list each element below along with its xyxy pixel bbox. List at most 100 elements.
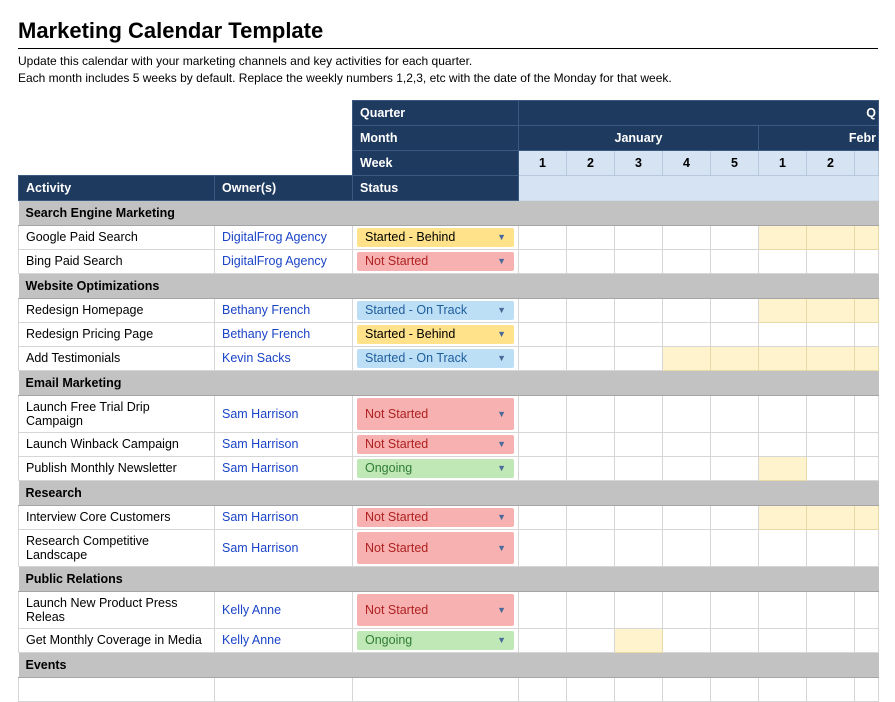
status-select[interactable]: Started - On Track ▼	[357, 301, 514, 320]
activity-cell[interactable]: Bing Paid Search	[19, 249, 215, 273]
owner-cell[interactable]: Sam Harrison	[215, 505, 353, 529]
status-label: Started - On Track	[365, 351, 467, 365]
week-jan-5[interactable]: 5	[711, 150, 759, 175]
table-row: Research Competitive Landscape Sam Harri…	[19, 529, 879, 566]
owner-cell[interactable]: Sam Harrison	[215, 456, 353, 480]
status-label: Ongoing	[365, 633, 412, 647]
activity-cell[interactable]: Add Testimonials	[19, 346, 215, 370]
status-select[interactable]: Started - Behind ▼	[357, 325, 514, 344]
activity-cell[interactable]	[19, 677, 215, 701]
week-feb-3[interactable]	[855, 150, 879, 175]
chevron-down-icon: ▼	[497, 256, 506, 266]
status-select[interactable]: Started - On Track ▼	[357, 349, 514, 368]
activity-cell[interactable]: Google Paid Search	[19, 225, 215, 249]
table-row: Redesign Homepage Bethany French Started…	[19, 298, 879, 322]
table-row: Publish Monthly Newsletter Sam Harrison …	[19, 456, 879, 480]
table-row: Launch New Product Press Releas Kelly An…	[19, 591, 879, 628]
owner-cell[interactable]: Sam Harrison	[215, 395, 353, 432]
activity-cell[interactable]: Launch New Product Press Releas	[19, 591, 215, 628]
week-jan-2[interactable]: 2	[567, 150, 615, 175]
owner-cell[interactable]: DigitalFrog Agency	[215, 249, 353, 273]
section-pr: Public Relations	[19, 566, 879, 591]
status-select[interactable]: Not Started ▼	[357, 398, 514, 430]
activity-cell[interactable]: Publish Monthly Newsletter	[19, 456, 215, 480]
status-select[interactable]: Ongoing ▼	[357, 459, 514, 478]
status-label: Not Started	[365, 603, 428, 617]
section-email: Email Marketing	[19, 370, 879, 395]
table-row	[19, 677, 879, 701]
status-label: Not Started	[365, 407, 428, 421]
owner-cell[interactable]: Kelly Anne	[215, 591, 353, 628]
status-select[interactable]: Started - Behind ▼	[357, 228, 514, 247]
table-row: Google Paid Search DigitalFrog Agency St…	[19, 225, 879, 249]
table-row: Bing Paid Search DigitalFrog Agency Not …	[19, 249, 879, 273]
status-label: Started - Behind	[365, 327, 455, 341]
status-cell[interactable]	[353, 677, 519, 701]
owner-cell[interactable]	[215, 677, 353, 701]
table-row: Launch Winback Campaign Sam Harrison Not…	[19, 432, 879, 456]
chevron-down-icon: ▼	[497, 232, 506, 242]
status-label: Not Started	[365, 541, 428, 555]
status-label: Not Started	[365, 510, 428, 524]
status-select[interactable]: Not Started ▼	[357, 594, 514, 626]
status-select[interactable]: Not Started ▼	[357, 435, 514, 454]
owner-cell[interactable]: Kelly Anne	[215, 628, 353, 652]
instruction-line-1: Update this calendar with your marketing…	[18, 54, 472, 68]
week-jan-1[interactable]: 1	[519, 150, 567, 175]
owner-cell[interactable]: Kevin Sacks	[215, 346, 353, 370]
header-owner: Owner(s)	[215, 175, 353, 200]
section-web: Website Optimizations	[19, 273, 879, 298]
owner-cell[interactable]: Bethany French	[215, 298, 353, 322]
status-label: Not Started	[365, 254, 428, 268]
header-status: Status	[353, 175, 519, 200]
table-row: Launch Free Trial Drip Campaign Sam Harr…	[19, 395, 879, 432]
week-feb-2[interactable]: 2	[807, 150, 855, 175]
instructions: Update this calendar with your marketing…	[18, 53, 895, 88]
week-feb-1[interactable]: 1	[759, 150, 807, 175]
status-select[interactable]: Ongoing ▼	[357, 631, 514, 650]
header-month: Month	[353, 125, 519, 150]
activity-cell[interactable]: Research Competitive Landscape	[19, 529, 215, 566]
chevron-down-icon: ▼	[497, 329, 506, 339]
owner-cell[interactable]: DigitalFrog Agency	[215, 225, 353, 249]
owner-cell[interactable]: Sam Harrison	[215, 432, 353, 456]
chevron-down-icon: ▼	[497, 439, 506, 449]
chevron-down-icon: ▼	[497, 512, 506, 522]
status-label: Ongoing	[365, 461, 412, 475]
activity-cell[interactable]: Launch Free Trial Drip Campaign	[19, 395, 215, 432]
section-sem: Search Engine Marketing	[19, 200, 879, 225]
table-row: Get Monthly Coverage in Media Kelly Anne…	[19, 628, 879, 652]
table-row: Add Testimonials Kevin Sacks Started - O…	[19, 346, 879, 370]
status-label: Started - Behind	[365, 230, 455, 244]
chevron-down-icon: ▼	[497, 463, 506, 473]
chevron-down-icon: ▼	[497, 305, 506, 315]
header-weeks-spacer	[519, 175, 879, 200]
week-jan-4[interactable]: 4	[663, 150, 711, 175]
owner-cell[interactable]: Bethany French	[215, 322, 353, 346]
week-jan-3[interactable]: 3	[615, 150, 663, 175]
chevron-down-icon: ▼	[497, 543, 506, 553]
status-select[interactable]: Not Started ▼	[357, 508, 514, 527]
status-select[interactable]: Not Started ▼	[357, 252, 514, 271]
status-label: Started - On Track	[365, 303, 467, 317]
activity-cell[interactable]: Redesign Pricing Page	[19, 322, 215, 346]
title-divider	[18, 48, 878, 49]
header-quarter-value: Q	[519, 100, 879, 125]
page-title: Marketing Calendar Template	[18, 18, 895, 44]
activity-cell[interactable]: Get Monthly Coverage in Media	[19, 628, 215, 652]
table-row: Redesign Pricing Page Bethany French Sta…	[19, 322, 879, 346]
activity-cell[interactable]: Interview Core Customers	[19, 505, 215, 529]
header-activity: Activity	[19, 175, 215, 200]
activity-cell[interactable]: Launch Winback Campaign	[19, 432, 215, 456]
chevron-down-icon: ▼	[497, 635, 506, 645]
chevron-down-icon: ▼	[497, 605, 506, 615]
chevron-down-icon: ▼	[497, 409, 506, 419]
status-select[interactable]: Not Started ▼	[357, 532, 514, 564]
owner-cell[interactable]: Sam Harrison	[215, 529, 353, 566]
instruction-line-2: Each month includes 5 weeks by default. …	[18, 71, 672, 85]
section-research: Research	[19, 480, 879, 505]
header-week: Week	[353, 150, 519, 175]
activity-cell[interactable]: Redesign Homepage	[19, 298, 215, 322]
month-january: January	[519, 125, 759, 150]
chevron-down-icon: ▼	[497, 353, 506, 363]
